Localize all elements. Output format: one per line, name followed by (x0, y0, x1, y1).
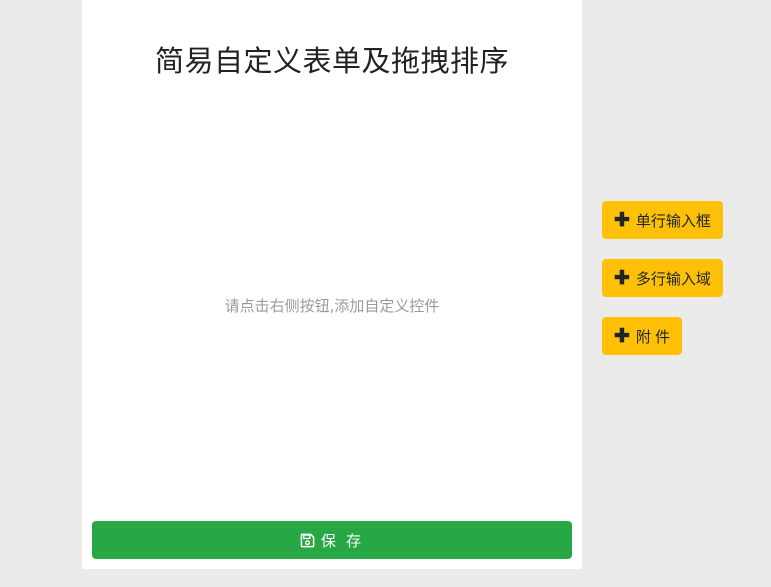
page-title: 简易自定义表单及拖拽排序 (154, 44, 509, 78)
floppy-disk-icon (300, 533, 315, 548)
control-toolbar: ✚ 单行输入框 ✚ 多行输入域 ✚ 附 件 (602, 201, 723, 375)
add-button-label: 单行输入框 (635, 212, 711, 230)
add-button-label: 附 件 (635, 328, 671, 346)
plus-icon: ✚ (614, 267, 630, 289)
empty-form-hint: 请点击右侧按钮,添加自定义控件 (224, 297, 440, 315)
add-single-line-input-button[interactable]: ✚ 单行输入框 (602, 201, 723, 239)
plus-icon: ✚ (614, 209, 630, 231)
add-multi-line-textarea-button[interactable]: ✚ 多行输入域 (602, 259, 723, 297)
plus-icon: ✚ (614, 325, 630, 347)
save-button[interactable]: 保 存 (92, 521, 572, 559)
add-attachment-button[interactable]: ✚ 附 件 (602, 317, 683, 355)
form-panel: 简易自定义表单及拖拽排序 请点击右侧按钮,添加自定义控件 保 存 (82, 0, 582, 569)
save-button-label: 保 存 (320, 532, 365, 550)
add-button-label: 多行输入域 (635, 270, 711, 288)
